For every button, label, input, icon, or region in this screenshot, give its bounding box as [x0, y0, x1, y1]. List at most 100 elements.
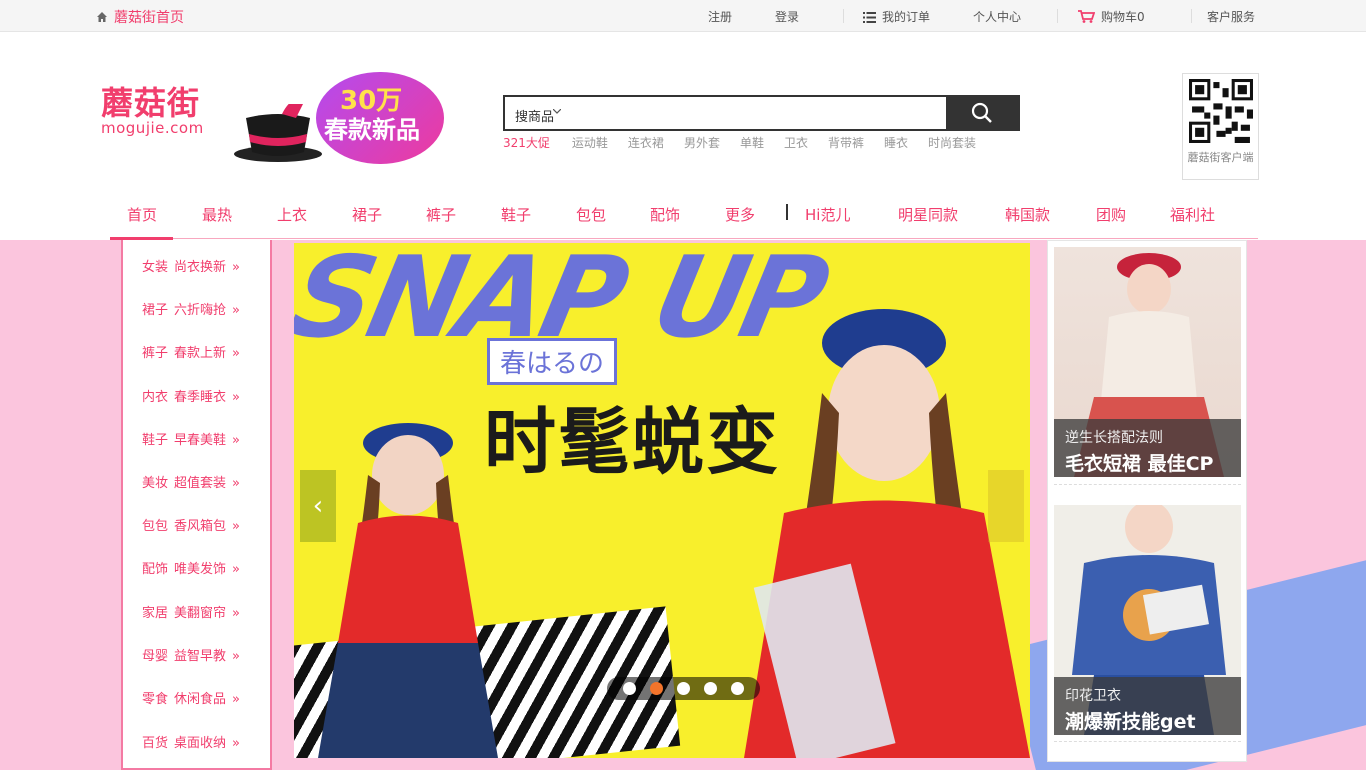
- service-link[interactable]: 客户服务: [1207, 8, 1255, 25]
- hot-word[interactable]: 321大促: [503, 134, 550, 151]
- double-chevron-right-icon: »: [232, 433, 240, 448]
- nav-divider: [786, 204, 788, 220]
- double-chevron-right-icon: »: [232, 519, 240, 534]
- category-name: 配饰: [142, 562, 169, 577]
- category-item[interactable]: 裤子 春款上新 »: [142, 342, 240, 361]
- double-chevron-right-icon: »: [232, 606, 240, 621]
- divider: [1191, 9, 1192, 23]
- hot-word[interactable]: 连衣裙: [628, 134, 664, 151]
- banner-headline-cn: 时髦蜕变: [484, 400, 781, 484]
- nav-item-shoes[interactable]: 鞋子: [501, 204, 531, 225]
- promo-card[interactable]: 印花卫衣 潮爆新技能get: [1054, 505, 1241, 735]
- category-item[interactable]: 内衣 春季睡衣 »: [142, 386, 240, 405]
- nav-item-accessories[interactable]: 配饰: [650, 204, 680, 225]
- category-tag: 尚衣换新: [174, 260, 227, 275]
- carousel-dot-active[interactable]: [650, 682, 663, 695]
- card-title: 毛衣短裙 最佳CP: [1065, 453, 1214, 475]
- double-chevron-right-icon: »: [232, 649, 240, 664]
- hot-word[interactable]: 单鞋: [740, 134, 764, 151]
- cart-link[interactable]: 购物车0: [1078, 8, 1145, 26]
- nav-item-skirts[interactable]: 裙子: [352, 204, 382, 225]
- carousel-next-button[interactable]: [988, 470, 1024, 542]
- category-name: 裤子: [142, 346, 169, 361]
- orders-link[interactable]: 我的订单: [863, 8, 930, 26]
- nav-item-pants[interactable]: 裤子: [426, 204, 456, 225]
- category-name: 零食: [142, 692, 169, 707]
- promo-card[interactable]: 逆生长搭配法则 毛衣短裙 最佳CP: [1054, 247, 1241, 477]
- qr-caption: 蘑菇街客户端: [1187, 151, 1254, 164]
- app-qr-code[interactable]: 蘑菇街客户端: [1182, 73, 1259, 180]
- hot-word[interactable]: 男外套: [684, 134, 720, 151]
- carousel-dot[interactable]: [677, 682, 690, 695]
- nav-item-celebrity[interactable]: 明星同款: [898, 204, 958, 225]
- chevron-left-icon: ‹: [312, 491, 324, 521]
- double-chevron-right-icon: »: [232, 260, 240, 275]
- category-item[interactable]: 配饰 唯美发饰 »: [142, 558, 240, 577]
- carousel-dot[interactable]: [731, 682, 744, 695]
- category-item[interactable]: 裙子 六折嗨抢 »: [142, 299, 240, 318]
- nav-item-hifaner[interactable]: Hi范儿: [805, 204, 850, 225]
- nav-item-groupbuy[interactable]: 团购: [1096, 204, 1126, 225]
- search-category-select[interactable]: 搜商品: [505, 97, 565, 129]
- category-tag: 美翻窗帘: [174, 606, 227, 621]
- category-tag: 香风箱包: [174, 519, 227, 534]
- category-item[interactable]: 鞋子 早春美鞋 »: [142, 429, 240, 448]
- account-link[interactable]: 个人中心: [973, 8, 1021, 25]
- category-name: 包包: [142, 519, 169, 534]
- double-chevron-right-icon: »: [232, 692, 240, 707]
- hot-word[interactable]: 睡衣: [884, 134, 908, 151]
- nav-item-welfare[interactable]: 福利社: [1170, 204, 1215, 225]
- cart-label: 购物车0: [1101, 10, 1145, 24]
- category-tag: 超值套装: [174, 476, 227, 491]
- category-name: 母婴: [142, 649, 169, 664]
- category-item[interactable]: 美妆 超值套装 »: [142, 472, 240, 491]
- home-link[interactable]: 蘑菇街首页: [96, 7, 184, 27]
- nav-item-bags[interactable]: 包包: [576, 204, 606, 225]
- login-link[interactable]: 登录: [775, 8, 799, 25]
- nav-underline: [110, 238, 1258, 239]
- double-chevron-right-icon: »: [232, 562, 240, 577]
- search-category-label: 搜商品: [515, 110, 555, 125]
- home-link-label: 蘑菇街首页: [114, 10, 184, 26]
- category-item[interactable]: 母婴 益智早教 »: [142, 645, 240, 664]
- nav-item-home[interactable]: 首页: [127, 204, 157, 225]
- category-item[interactable]: 女装 尚衣换新 »: [142, 256, 240, 275]
- nav-item-korean[interactable]: 韩国款: [1005, 204, 1050, 225]
- chevron-down-icon: [553, 109, 561, 114]
- hot-word[interactable]: 卫衣: [784, 134, 808, 151]
- category-name: 鞋子: [142, 433, 169, 448]
- carousel-dot[interactable]: [704, 682, 717, 695]
- nav-item-more[interactable]: 更多: [725, 204, 755, 225]
- category-name: 女装: [142, 260, 169, 275]
- carousel-prev-button[interactable]: ‹: [300, 470, 336, 542]
- nav-item-tops[interactable]: 上衣: [277, 204, 307, 225]
- card-caption: 印花卫衣 潮爆新技能get: [1054, 677, 1241, 735]
- hot-word[interactable]: 时尚套装: [928, 134, 976, 151]
- hot-word[interactable]: 运动鞋: [572, 134, 608, 151]
- search-button[interactable]: [946, 97, 1018, 129]
- category-item[interactable]: 包包 香风箱包 »: [142, 515, 240, 534]
- carousel-dot[interactable]: [623, 682, 636, 695]
- main-nav: 首页 最热 上衣 裙子 裤子 鞋子 包包 配饰 更多 Hi范儿 明星同款 韩国款…: [0, 188, 1366, 240]
- category-item[interactable]: 百货 桌面收纳 »: [142, 732, 240, 751]
- search-icon: [971, 102, 992, 123]
- hot-search-words: 321大促 运动鞋 连衣裙 男外套 单鞋 卫衣 背带裤 睡衣 时尚套装: [503, 134, 996, 151]
- carousel-pagination: [607, 677, 760, 700]
- card-title: 潮爆新技能get: [1065, 711, 1196, 733]
- banner-headline-jp: 春はるの: [487, 338, 618, 385]
- site-logo[interactable]: 蘑菇街 mogujie.com: [101, 86, 204, 136]
- divider: [1054, 741, 1241, 742]
- hot-word[interactable]: 背带裤: [828, 134, 864, 151]
- category-item[interactable]: 零食 休闲食品 »: [142, 688, 240, 707]
- category-item[interactable]: 家居 美翻窗帘 »: [142, 602, 240, 621]
- promo-banner[interactable]: 30万 春款新品: [230, 66, 445, 166]
- category-tag: 六折嗨抢: [174, 303, 227, 318]
- logo-text: 蘑菇街: [101, 84, 201, 122]
- search-input[interactable]: [565, 97, 946, 129]
- divider: [1057, 9, 1058, 23]
- side-promotions: 逆生长搭配法则 毛衣短裙 最佳CP 印花卫衣 潮爆新技能get: [1047, 240, 1247, 762]
- register-link[interactable]: 注册: [708, 8, 732, 25]
- nav-item-hot[interactable]: 最热: [202, 204, 232, 225]
- category-name: 内衣: [142, 390, 169, 405]
- model-photo: [318, 423, 498, 758]
